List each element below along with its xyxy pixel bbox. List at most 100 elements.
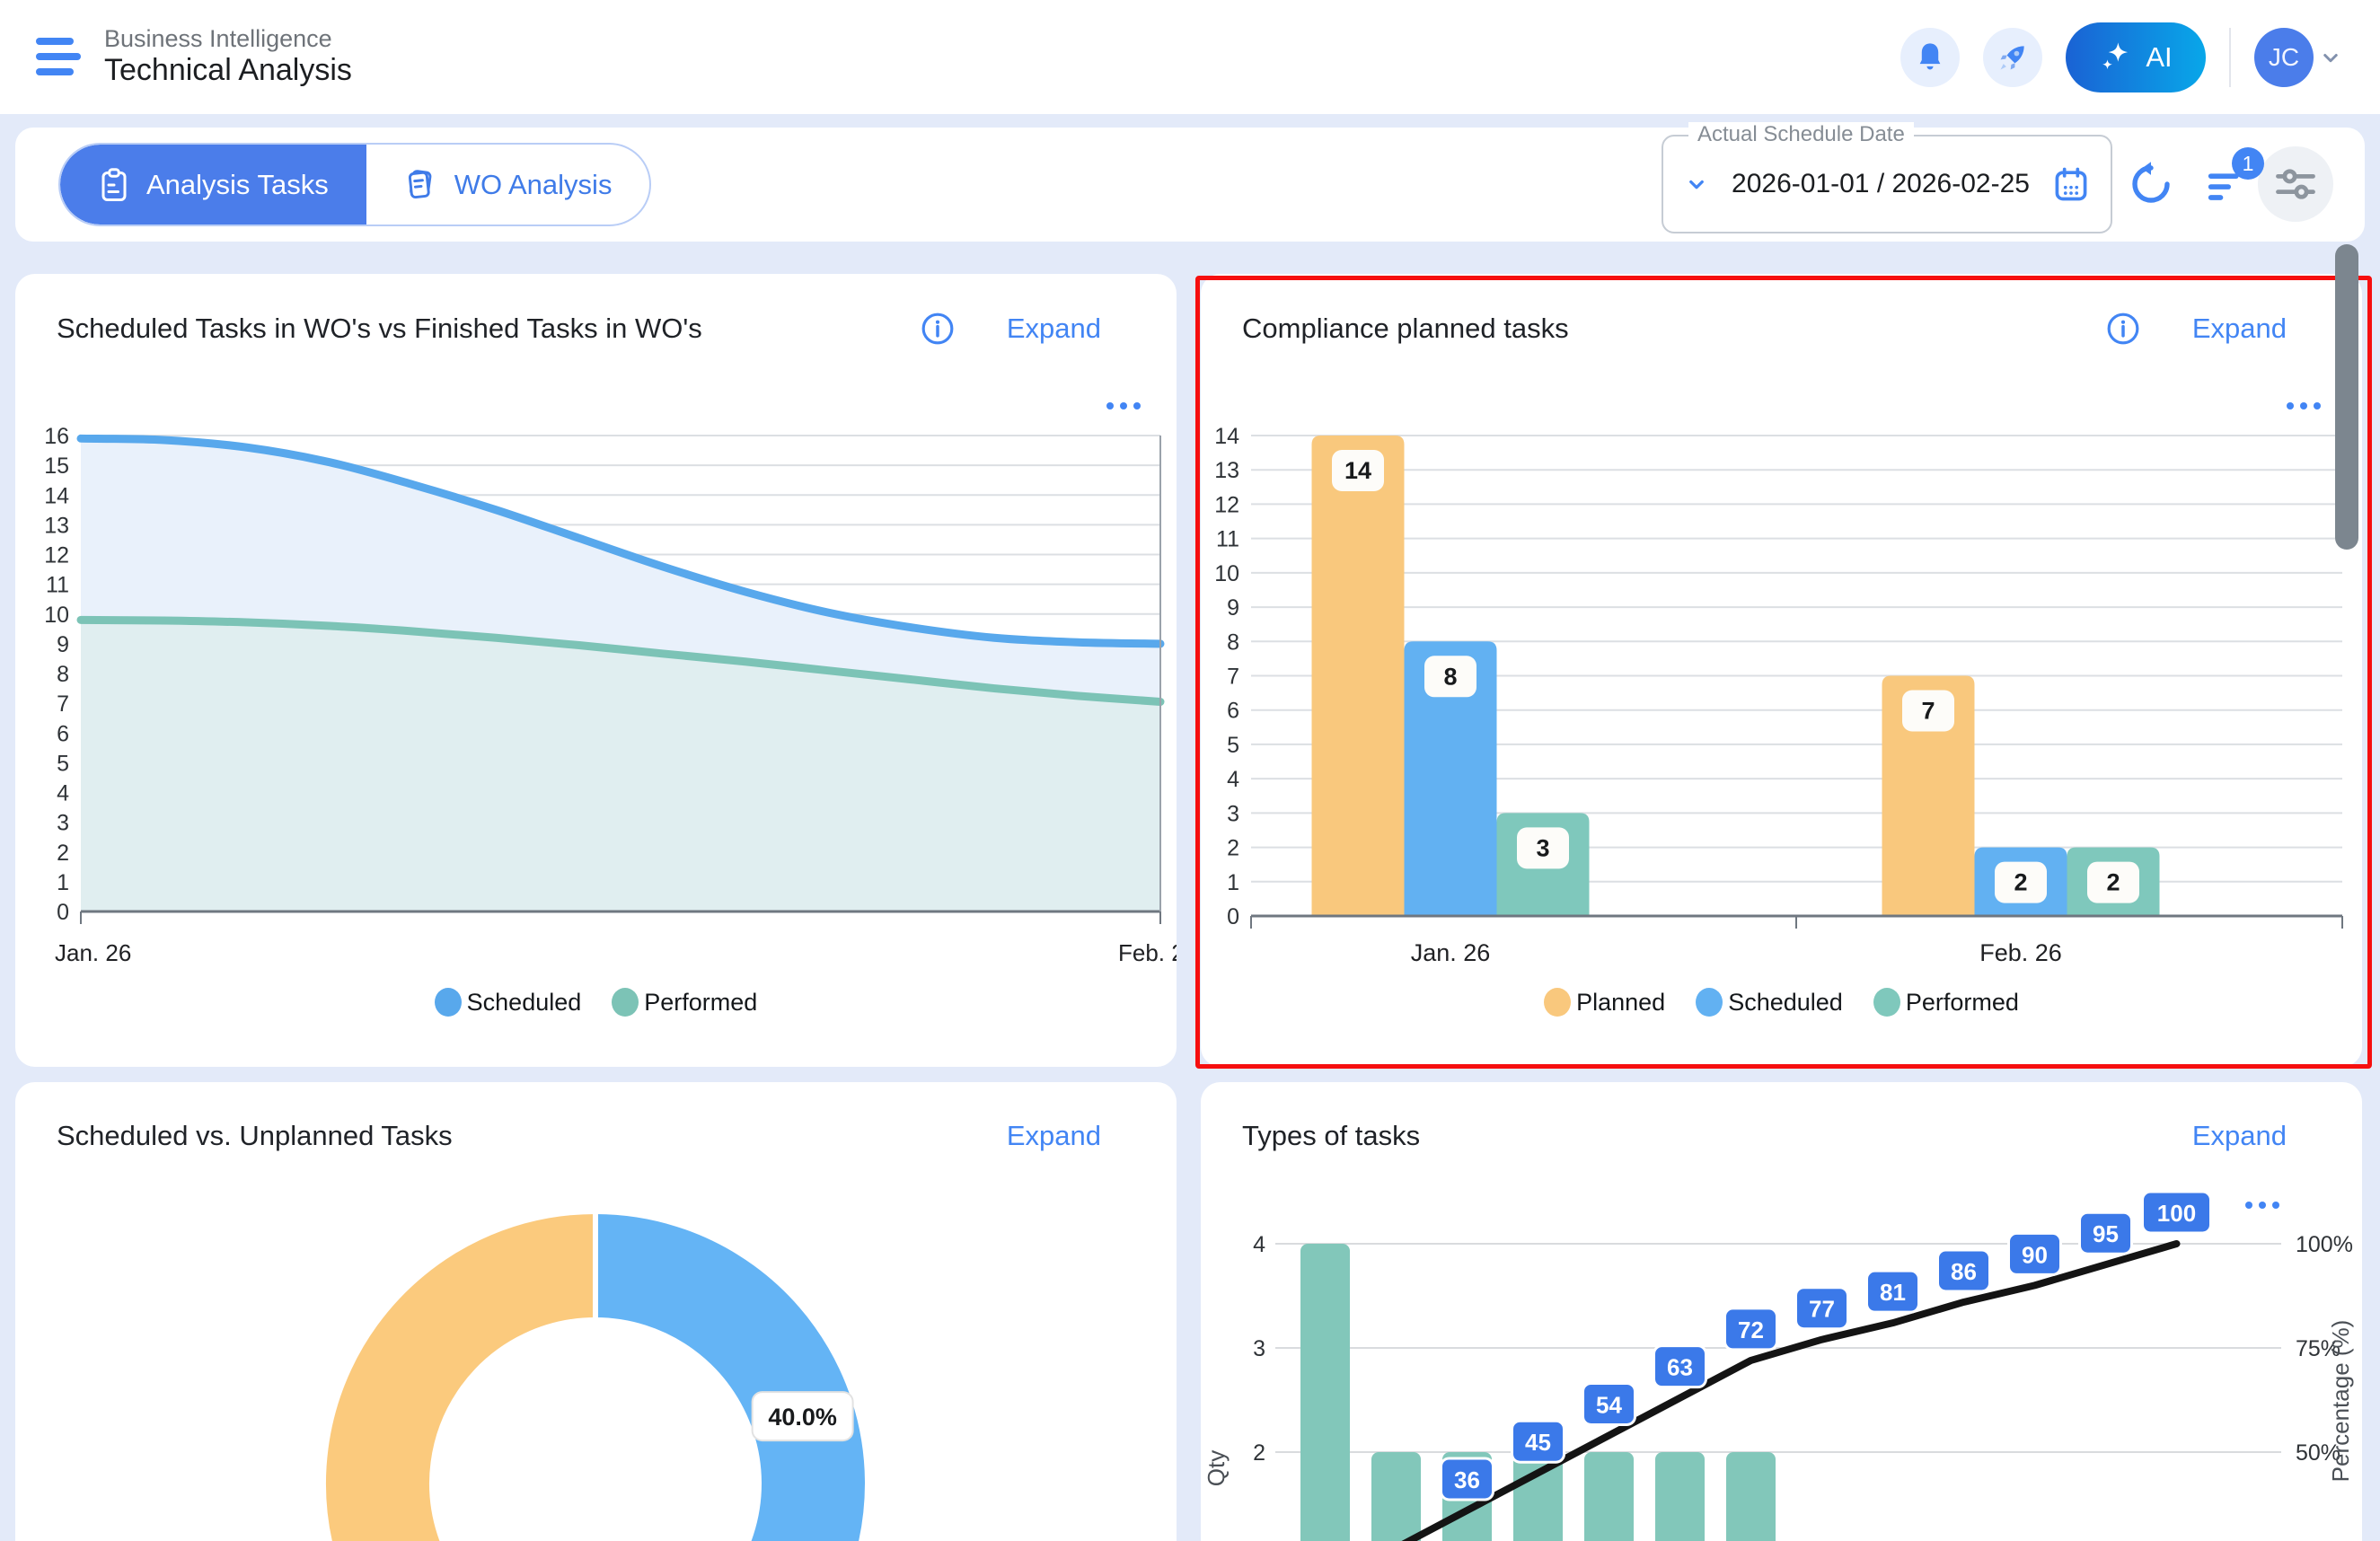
grouped-bar-chart: 012345678910111213141478232Jan. 26Feb. 2…	[1201, 274, 2362, 1067]
line-value-label: 81	[1867, 1271, 1919, 1312]
settings-sliders-button[interactable]	[2258, 146, 2333, 222]
legend-label: Performed	[1906, 989, 2019, 1017]
tick-label: 0	[1227, 904, 1239, 929]
bar[interactable]	[1584, 1452, 1634, 1541]
avatar-initials: JC	[2269, 43, 2299, 72]
tick-label: 1	[57, 870, 69, 895]
legend-item[interactable]: Performed	[1873, 988, 2019, 1017]
legend-label: Performed	[644, 989, 757, 1017]
legend-dot	[435, 988, 462, 1017]
tick-label: Percentage (%)	[2327, 1320, 2354, 1483]
chart-legend: Scheduled Performed	[15, 988, 1177, 1017]
avatar[interactable]: JC	[2254, 28, 2314, 87]
legend-label: Planned	[1576, 989, 1665, 1017]
legend-item[interactable]: Scheduled	[1696, 988, 1843, 1017]
donut-value-label: 40.0%	[753, 1392, 853, 1440]
account-chevron-down-icon[interactable]	[2317, 44, 2344, 71]
tick-label: 3	[1253, 1336, 1265, 1361]
bar-value-label: 2	[2087, 862, 2139, 903]
tick-label: Feb. 26	[1979, 939, 2062, 966]
notifications-button[interactable]	[1900, 28, 1960, 87]
tab-wo-analysis[interactable]: WO Analysis	[366, 145, 650, 225]
chart-legend: Planned Scheduled Performed	[1201, 988, 2362, 1017]
legend-dot	[1696, 988, 1723, 1017]
tick-label: 40.0%	[768, 1404, 837, 1431]
scrollbar-thumb[interactable]	[2335, 244, 2358, 550]
tick-label: 5	[1227, 733, 1239, 758]
line-value-label: 100	[2143, 1192, 2211, 1233]
tick-label: 13	[44, 513, 69, 538]
menu-icon[interactable]	[36, 38, 81, 75]
bar-value-label: 3	[1517, 827, 1569, 868]
bar[interactable]	[1655, 1452, 1705, 1541]
line-value-label: 95	[2080, 1212, 2132, 1254]
bell-icon	[1915, 40, 1945, 75]
tick-label: 2	[1227, 836, 1239, 861]
tune-icon	[2272, 161, 2319, 207]
tick-label: 7	[1227, 665, 1239, 690]
tick-label: Feb. 2	[1118, 939, 1177, 966]
date-range-field[interactable]: Actual Schedule Date 2026-01-01 / 2026-0…	[1662, 135, 2112, 233]
tab-analysis-tasks[interactable]: Analysis Tasks	[60, 145, 366, 225]
dashboard-page: Business Intelligence Technical Analysis	[0, 0, 2380, 1541]
tick-label: 2	[2106, 869, 2120, 896]
tick-label: 8	[57, 662, 69, 687]
area-chart: 012345678910111213141516Jan. 26Feb. 2	[15, 274, 1177, 1067]
date-range-value: 2026-01-01 / 2026-02-25	[1710, 169, 2051, 199]
chevron-down-icon[interactable]	[1683, 171, 1710, 198]
bar-value-label: 7	[1902, 691, 1954, 732]
tick-label: 6	[1227, 699, 1239, 724]
card-scheduled-vs-unplanned: Scheduled vs. Unplanned Tasks Expand 40.…	[15, 1082, 1177, 1541]
tick-label: 100%	[2296, 1232, 2353, 1257]
tick-label: 14	[1214, 424, 1239, 449]
filters-toolbar: Analysis Tasks WO Analysis Actual Schedu…	[15, 128, 2365, 242]
tick-label: 1	[1227, 870, 1239, 895]
bar[interactable]	[1726, 1452, 1776, 1541]
legend-label: Scheduled	[1728, 989, 1843, 1017]
bar[interactable]	[1312, 436, 1405, 916]
ai-assistant-button[interactable]: AI	[2066, 22, 2206, 92]
tick-label: 14	[44, 483, 69, 508]
reset-button[interactable]	[2124, 157, 2178, 211]
legend-dot	[1873, 988, 1900, 1017]
page-title: Technical Analysis	[104, 53, 352, 88]
tick-label: 5	[57, 751, 69, 776]
tick-label: 0	[57, 900, 69, 925]
legend-item[interactable]: Performed	[612, 988, 757, 1017]
tick-label: 86	[1951, 1258, 1977, 1285]
calendar-icon[interactable]	[2051, 164, 2091, 204]
tick-label: 3	[1536, 834, 1549, 861]
legend-item[interactable]: Planned	[1544, 988, 1665, 1017]
clipboard-icon	[98, 167, 130, 203]
tick-label: 3	[57, 811, 69, 836]
card-compliance-planned-tasks: Compliance planned tasks Expand 01234567…	[1201, 274, 2362, 1067]
bar[interactable]	[1371, 1452, 1421, 1541]
tick-label: 2	[2014, 869, 2027, 896]
tick-label: 7	[57, 691, 69, 717]
tick-label: 4	[1253, 1232, 1265, 1257]
sparkles-icon	[2099, 40, 2133, 75]
line-value-label: 36	[1441, 1458, 1494, 1500]
header-divider	[2229, 28, 2231, 87]
tick-label: 2	[1253, 1440, 1265, 1466]
card-scheduled-vs-finished: Scheduled Tasks in WO's vs Finished Task…	[15, 274, 1177, 1067]
line-value-label: 54	[1583, 1383, 1635, 1424]
line-value-label: 45	[1512, 1421, 1565, 1462]
app-title: Business Intelligence	[104, 25, 352, 53]
filter-count-badge: 1	[2232, 147, 2264, 180]
tick-label: 100	[2157, 1200, 2196, 1227]
legend-dot	[612, 988, 639, 1017]
tick-label: 63	[1667, 1354, 1693, 1381]
legend-label: Scheduled	[467, 989, 582, 1017]
bar[interactable]	[1300, 1244, 1350, 1541]
reset-icon	[2127, 160, 2175, 208]
tick-label: 12	[1214, 492, 1239, 517]
tick-label: 13	[1214, 458, 1239, 483]
legend-dot	[1544, 988, 1571, 1017]
legend-item[interactable]: Scheduled	[435, 988, 582, 1017]
tick-label: 54	[1596, 1391, 1622, 1418]
tick-label: 10	[1214, 561, 1239, 586]
tick-label: 4	[57, 781, 69, 806]
rocket-button[interactable]	[1983, 28, 2042, 87]
tick-label: 9	[1227, 595, 1239, 621]
